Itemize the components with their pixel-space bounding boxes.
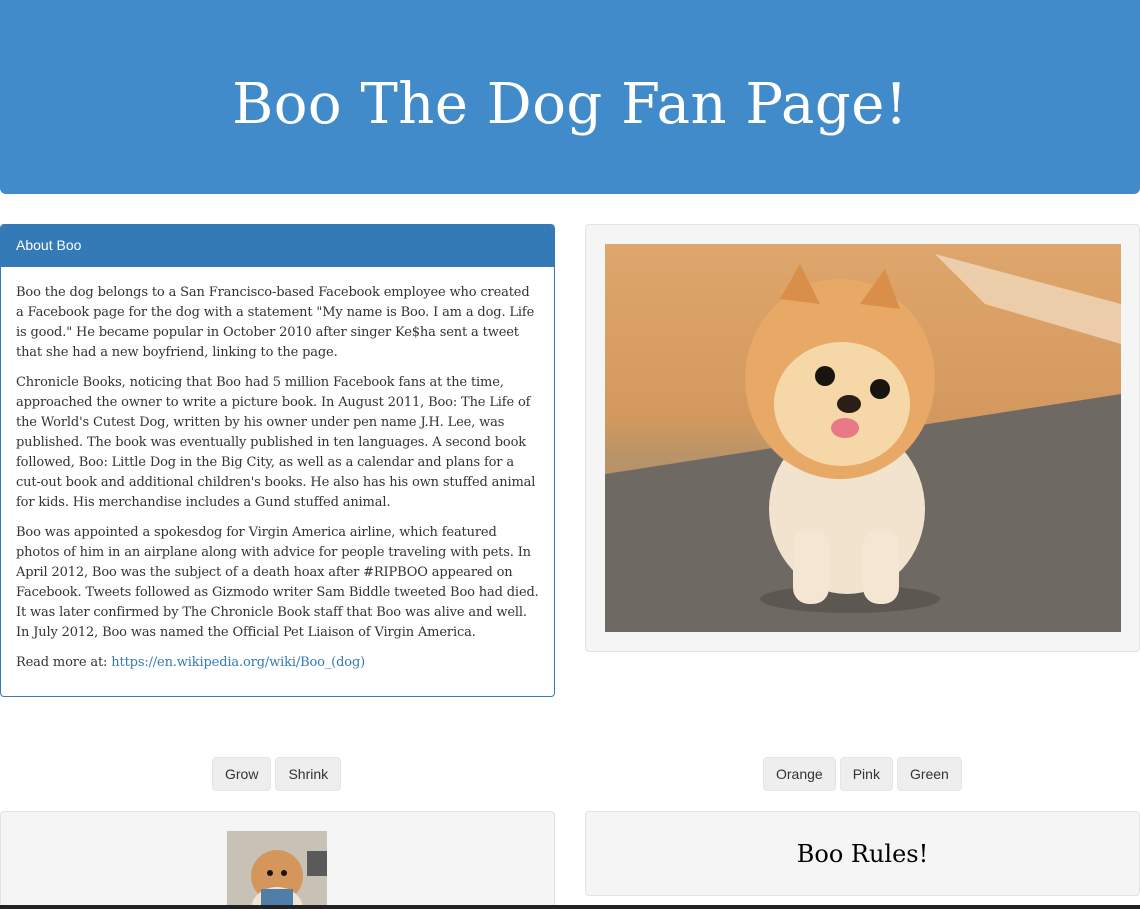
window-bottom-edge — [0, 905, 1140, 909]
about-paragraph: Boo was appointed a spokesdog for Virgin… — [16, 525, 539, 640]
banner-well: Boo Rules! — [585, 811, 1140, 896]
boo-thumbnail-illustration — [227, 831, 327, 909]
photo-well — [585, 224, 1140, 652]
about-panel: About Boo Boo the dog belongs to a San F… — [0, 224, 555, 697]
boo-thumbnail — [227, 831, 327, 909]
color-button-group: Orange Pink Green — [763, 757, 962, 791]
boo-dog-illustration — [605, 244, 1121, 632]
pink-button[interactable]: Pink — [839, 757, 893, 791]
shrink-button[interactable]: Shrink — [275, 757, 342, 791]
orange-button[interactable]: Orange — [763, 757, 836, 791]
about-panel-body: Boo the dog belongs to a San Francisco-b… — [1, 267, 554, 673]
about-paragraph: Boo the dog belongs to a San Francisco-b… — [16, 285, 535, 360]
read-more-label: Read more at: — [16, 655, 112, 670]
resizable-photo-well — [0, 811, 555, 909]
wikipedia-link[interactable]: https://en.wikipedia.org/wiki/Boo_(dog) — [111, 655, 365, 670]
about-panel-heading: About Boo — [1, 225, 554, 267]
boo-rules-text: Boo Rules! — [796, 839, 929, 868]
read-more: Read more at: https://en.wikipedia.org/w… — [16, 653, 539, 673]
about-paragraph: Chronicle Books, noticing that Boo had 5… — [16, 375, 536, 510]
boo-photo — [605, 244, 1121, 632]
size-button-group: Grow Shrink — [212, 757, 342, 791]
grow-button[interactable]: Grow — [212, 757, 272, 791]
green-button[interactable]: Green — [896, 757, 962, 791]
page-header: Boo The Dog Fan Page! — [0, 0, 1140, 194]
page-title: Boo The Dog Fan Page! — [232, 71, 908, 137]
